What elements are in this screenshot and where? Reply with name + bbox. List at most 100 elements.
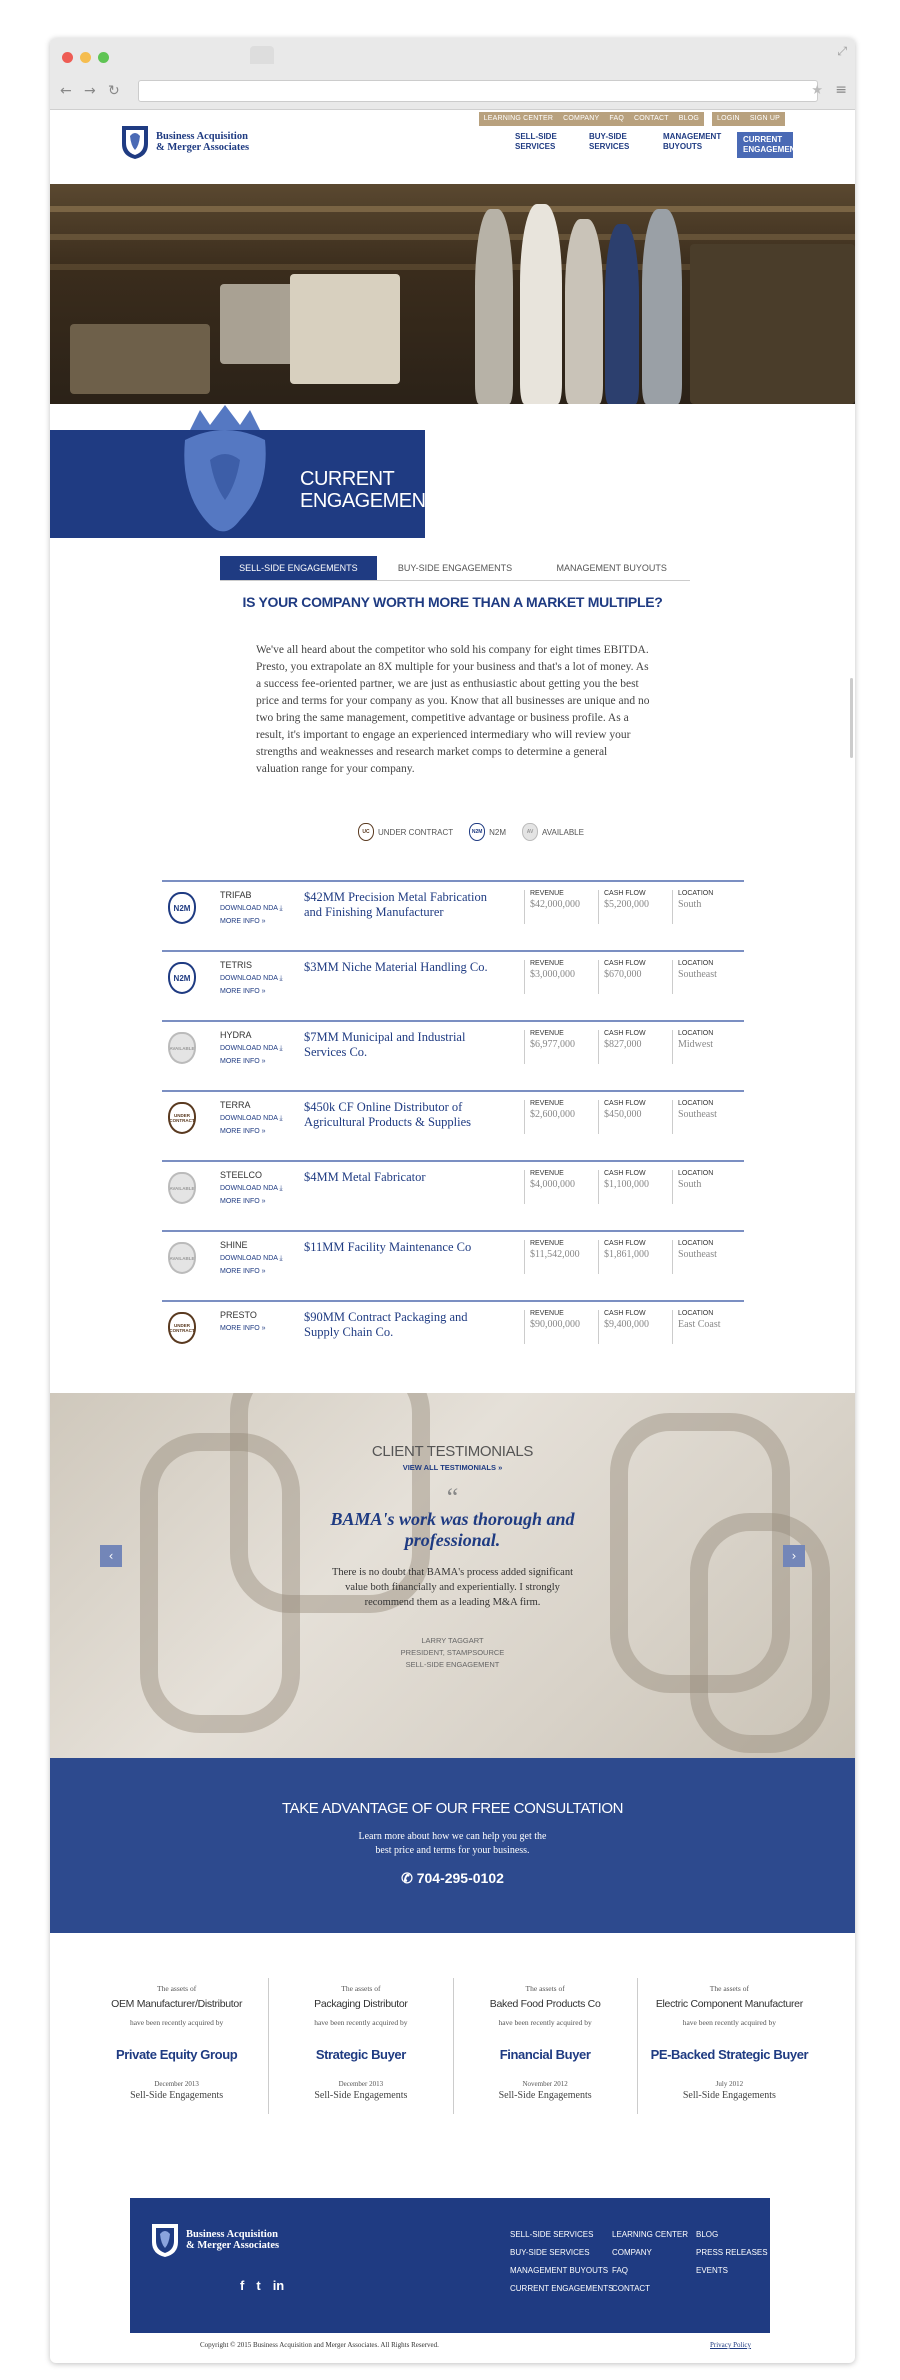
listing-row: N2M Tetris Download NDA ⤓ More Info » $3MM N… — [162, 950, 744, 1020]
cash-flow-col: Cash Flow $5,200,000 — [598, 890, 649, 924]
footer-link[interactable]: Contact — [612, 2280, 688, 2298]
download-nda-link[interactable]: Download NDA ⤓ — [220, 905, 283, 913]
util-company[interactable]: Company — [558, 112, 604, 126]
linkedin-icon[interactable]: in — [273, 2278, 285, 2293]
tab-sell-side[interactable]: Sell-Side Engagements — [220, 556, 377, 580]
tab-buy-side[interactable]: Buy-Side Engagements — [377, 556, 534, 580]
status-badge-icon: N2M — [168, 892, 196, 924]
util-faq[interactable]: FAQ — [604, 112, 629, 126]
nav-current-engagements[interactable]: Current Engagements — [737, 132, 806, 158]
listing-codename: Trifab — [220, 890, 252, 900]
listing-title[interactable]: $11MM Facility Maintenance Co — [304, 1240, 504, 1255]
util-contact[interactable]: Contact — [629, 112, 674, 126]
footer-link[interactable]: Blog — [696, 2226, 768, 2244]
site-header: Business Acquisition & Merger Associates… — [50, 110, 855, 184]
footer-link[interactable]: Sell-Side Services — [510, 2226, 613, 2244]
footer-link[interactable]: Press Releases — [696, 2244, 768, 2262]
address-bar[interactable] — [138, 80, 818, 102]
listing-title[interactable]: $4MM Metal Fabricator — [304, 1170, 504, 1185]
listing-codename: Hydra — [220, 1030, 252, 1040]
cta-phone[interactable]: ✆ 704-295-0102 — [50, 1870, 855, 1887]
download-nda-link[interactable]: Download NDA ⤓ — [220, 1185, 283, 1193]
phone-icon: ✆ — [401, 1870, 413, 1886]
deal-type: Sell-Side Engagements — [498, 2090, 592, 2101]
status-legend: UC Under Contract N2M N2M AV Available — [358, 823, 584, 841]
nav-sell-side[interactable]: Sell-Side Services — [515, 132, 565, 152]
download-nda-link[interactable]: Download NDA ⤓ — [220, 975, 283, 983]
browser-menu-icon[interactable]: ≡ — [835, 82, 847, 98]
more-info-link[interactable]: More Info » — [220, 1198, 266, 1205]
forward-icon[interactable]: → — [84, 83, 96, 99]
listing-title[interactable]: $7MM Municipal and Industrial Services C… — [304, 1030, 504, 1060]
location-col: Location East Coast — [672, 1310, 721, 1344]
deal-date: July 2012 — [715, 2080, 744, 2088]
tab-management-buyouts[interactable]: Management Buyouts — [533, 556, 690, 580]
next-arrow-icon[interactable]: › — [783, 1545, 805, 1567]
site-logo[interactable]: Business Acquisition & Merger Associates — [120, 124, 249, 160]
scrollbar[interactable] — [850, 678, 853, 758]
maximize-window-button[interactable] — [98, 52, 109, 63]
download-icon: ⤓ — [279, 905, 283, 912]
listing-title[interactable]: $3MM Niche Material Handling Co. — [304, 960, 504, 975]
view-all-testimonials-link[interactable]: View All Testimonials » — [50, 1463, 855, 1472]
page-title: Current Engagements — [300, 468, 451, 512]
download-nda-link[interactable]: Download NDA ⤓ — [220, 1255, 283, 1263]
listing-codename: Terra — [220, 1100, 251, 1110]
util-login[interactable]: Login — [712, 112, 745, 126]
page-title-box: Current Engagements — [50, 405, 451, 538]
footer-link[interactable]: Current Engagements — [510, 2280, 613, 2298]
footer-link[interactable]: Buy-Side Services — [510, 2244, 613, 2262]
legend-available: AV Available — [522, 823, 584, 841]
reload-icon[interactable]: ↻ — [108, 83, 120, 99]
main-nav: Sell-Side Services Buy-Side Services Man… — [515, 132, 806, 158]
close-window-button[interactable] — [62, 52, 73, 63]
status-badge-icon: AVAILABLE — [168, 1172, 196, 1204]
privacy-policy-link[interactable]: Privacy Policy — [710, 2341, 751, 2349]
deal-type: Sell-Side Engagements — [130, 2090, 224, 2101]
more-info-link[interactable]: More Info » — [220, 1128, 266, 1135]
cash-flow-col: Cash Flow $450,000 — [598, 1100, 646, 1134]
back-icon[interactable]: ← — [60, 83, 72, 99]
bookmark-star-icon[interactable]: ★ — [811, 83, 823, 98]
prev-arrow-icon[interactable]: ‹ — [100, 1545, 122, 1567]
util-learning-center[interactable]: Learning Center — [479, 112, 559, 126]
footer-link[interactable]: Events — [696, 2262, 768, 2280]
author-name: Larry Taggart — [421, 1636, 484, 1645]
browser-tab[interactable] — [250, 46, 274, 64]
util-blog[interactable]: Blog — [674, 112, 704, 126]
nav-buy-side[interactable]: Buy-Side Services — [589, 132, 639, 152]
util-signup[interactable]: Sign Up — [745, 112, 785, 126]
twitter-icon[interactable]: t — [256, 2278, 260, 2293]
cash-flow-col: Cash Flow $670,000 — [598, 960, 646, 994]
footer-link[interactable]: Learning Center — [612, 2226, 688, 2244]
footer-link[interactable]: Management Buyouts — [510, 2262, 613, 2280]
more-info-link[interactable]: More Info » — [220, 1325, 266, 1332]
facebook-icon[interactable]: f — [240, 2278, 244, 2293]
under-contract-badge-icon: UC — [358, 823, 374, 841]
minimize-window-button[interactable] — [80, 52, 91, 63]
download-nda-link[interactable]: Download NDA ⤓ — [220, 1115, 283, 1123]
footer-link[interactable]: Company — [612, 2244, 688, 2262]
more-info-link[interactable]: More Info » — [220, 918, 266, 925]
engagement-tabs: Sell-Side Engagements Buy-Side Engagemen… — [220, 556, 690, 581]
listing-title[interactable]: $450k CF Online Distributor of Agricultu… — [304, 1100, 504, 1130]
download-nda-link[interactable]: Download NDA ⤓ — [220, 1045, 283, 1053]
footer-col-news: Blog Press Releases Events — [696, 2226, 768, 2280]
listing-title[interactable]: $90MM Contract Packaging and Supply Chai… — [304, 1310, 504, 1340]
more-info-link[interactable]: More Info » — [220, 1058, 266, 1065]
footer-link[interactable]: FAQ — [612, 2262, 688, 2280]
status-badge-icon: AVAILABLE — [168, 1242, 196, 1274]
cta-title: Take advantage of our free consultation — [281, 1800, 624, 1817]
revenue-col: Revenue $4,000,000 — [524, 1170, 575, 1204]
footer-logo[interactable]: Business Acquisition & Merger Associates — [150, 2222, 279, 2258]
fullscreen-icon[interactable]: ⤢ — [837, 44, 847, 59]
nav-management-buyouts[interactable]: Management Buyouts — [663, 132, 721, 152]
listing-title[interactable]: $42MM Precision Metal Fabrication and Fi… — [304, 890, 504, 920]
deal-buyer: Financial Buyer — [499, 2047, 591, 2062]
location-col: Location South — [672, 1170, 713, 1204]
more-info-link[interactable]: More Info » — [220, 1268, 266, 1275]
location-col: Location Southeast — [672, 960, 717, 994]
lion-crest-icon — [152, 2224, 178, 2257]
logo-line-1: Business Acquisition — [156, 131, 248, 142]
more-info-link[interactable]: More Info » — [220, 988, 266, 995]
